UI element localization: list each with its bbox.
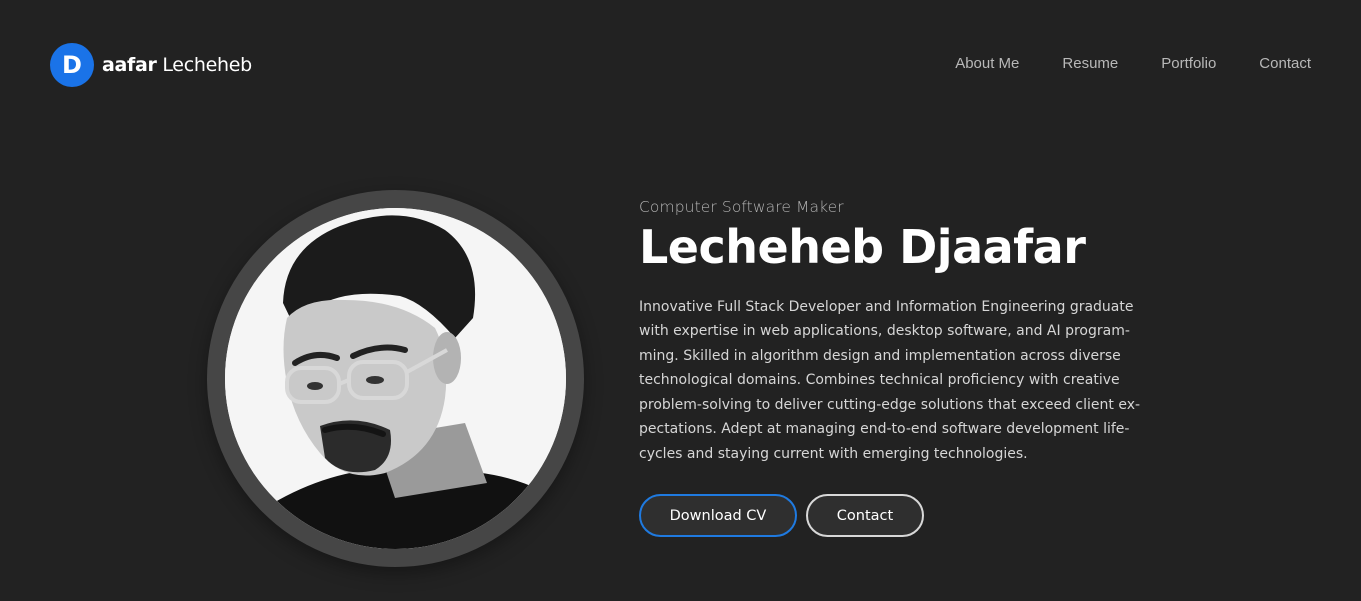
main-nav: About Me Resume Portfolio Contact [955,55,1311,72]
contact-button[interactable]: Contact [806,494,924,538]
contact-button-label: Contact [836,507,894,524]
nav-about-me[interactable]: About Me [955,55,1019,72]
nav-contact[interactable]: Contact [1259,55,1311,72]
portfolio-page: D aafar Lecheheb About Me Resume Portfol… [0,0,1361,601]
profile-photo-illustration [225,208,566,549]
profile-photo-frame [207,190,584,567]
logo-badge-icon: D [50,43,94,87]
profile-photo [225,208,566,549]
nav-resume[interactable]: Resume [1062,55,1118,72]
site-logo[interactable]: D aafar Lecheheb [50,43,252,87]
logo-text-rest: Lecheheb [156,54,252,76]
hero-section: Computer Software Maker Lecheheb Djaafar… [639,198,1159,538]
download-cv-button[interactable]: Download CV [639,494,797,538]
hero-bio: Innovative Full Stack Developer and Info… [639,298,1141,462]
hero-actions: Download CV Contact [639,494,1159,538]
hero-name: Lecheheb Djaafar [639,220,1086,274]
download-cv-label: Download CV [669,507,767,524]
logo-text: aafar Lecheheb [102,54,252,76]
logo-letter: D [62,51,82,79]
nav-portfolio[interactable]: Portfolio [1161,55,1216,72]
hero-subtitle: Computer Software Maker [639,198,844,216]
logo-text-bold: aafar [102,54,157,76]
